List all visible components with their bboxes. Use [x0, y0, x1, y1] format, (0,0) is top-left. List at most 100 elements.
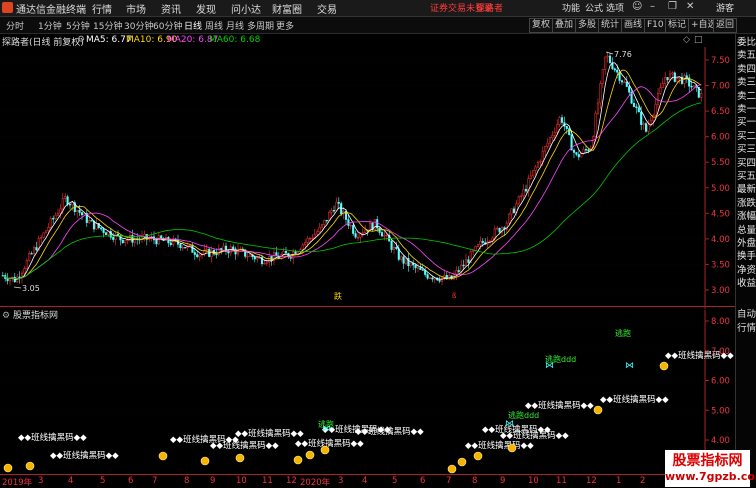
- menu-market[interactable]: 市场: [126, 1, 146, 16]
- app-logo-icon: [2, 2, 13, 13]
- overlay-button[interactable]: 叠加: [552, 18, 577, 33]
- period-1m[interactable]: 1分钟: [38, 19, 62, 32]
- candle-body: [392, 246, 396, 250]
- candle-body: [558, 117, 561, 125]
- mark-button[interactable]: 标记: [665, 18, 690, 33]
- signal-label: ◆◆班线擒黑码◆◆: [295, 438, 364, 449]
- side-tab-16[interactable]: 换手: [737, 252, 756, 262]
- side-tab-18[interactable]: 收益: [737, 279, 756, 289]
- chart-close-icon[interactable]: □: [694, 35, 703, 45]
- candle-body: [330, 210, 333, 213]
- side-tab-19[interactable]: 自动: [737, 310, 756, 320]
- rise-marker: ß: [452, 292, 457, 300]
- period-15m[interactable]: 15分钟: [93, 19, 122, 32]
- period-monthly[interactable]: 月线: [226, 19, 244, 32]
- candle-body: [80, 212, 84, 216]
- candle-body: [640, 111, 643, 125]
- side-tab-3[interactable]: 卖三: [737, 78, 756, 88]
- side-tab-12[interactable]: 涨跌: [737, 198, 756, 209]
- candle-body: [476, 244, 480, 247]
- menu-hq[interactable]: 行情: [92, 1, 112, 16]
- candle-body: [431, 277, 434, 280]
- candle-body: [359, 233, 362, 238]
- side-tab-13[interactable]: 涨幅: [737, 212, 756, 222]
- price-axis-label: 6.50: [711, 107, 730, 117]
- menu-discover[interactable]: 发现: [196, 1, 216, 16]
- settings-icon[interactable]: ⚙: [77, 35, 85, 45]
- candle-body: [340, 203, 343, 215]
- candle-body: [284, 251, 288, 254]
- skin-icon[interactable]: ☺: [632, 1, 642, 12]
- period-more[interactable]: 更多: [276, 19, 294, 32]
- period-tick[interactable]: 分时: [6, 19, 24, 32]
- price-chart[interactable]: 7.50 7.00 6.50 6.00 5.50 5.00 4.50 4.00 3.50 3.00…: [0, 47, 735, 309]
- side-tab-2[interactable]: 卖四: [737, 64, 756, 75]
- menu-caifuquan[interactable]: 财富圈: [272, 1, 302, 16]
- side-tab-6[interactable]: 买一: [737, 118, 756, 128]
- side-tab-20[interactable]: 行情: [737, 324, 756, 334]
- side-tab-0[interactable]: 委比: [737, 38, 756, 48]
- coin-icon: [659, 361, 669, 371]
- menu-wenxiaoda[interactable]: 问小达: [231, 1, 261, 16]
- close-icon[interactable]: ✕: [686, 1, 694, 12]
- side-tab-7[interactable]: 买二: [737, 131, 756, 142]
- candle-body: [426, 274, 429, 279]
- candle-body: [265, 261, 268, 264]
- side-tab-17[interactable]: 净资: [737, 265, 756, 276]
- menu-news[interactable]: 资讯: [161, 1, 181, 16]
- period-multi[interactable]: 多周期: [247, 19, 274, 32]
- multi-stock-button[interactable]: 多股: [575, 18, 600, 33]
- back-button[interactable]: 返回: [713, 18, 738, 33]
- candle-body: [304, 242, 307, 246]
- menu-trade[interactable]: 交易: [317, 1, 337, 16]
- side-tab-4[interactable]: 卖二: [737, 91, 756, 102]
- user-label[interactable]: 游客: [716, 1, 734, 14]
- candle-body: [613, 68, 616, 71]
- f10-button[interactable]: F10: [644, 18, 667, 33]
- period-weekly[interactable]: 周线: [205, 19, 223, 32]
- period-5m[interactable]: 5分钟: [66, 19, 90, 32]
- restore-icon[interactable]: ❐: [668, 1, 677, 12]
- stock-name-link[interactable]: 探路者: [476, 1, 503, 14]
- candle-body: [659, 87, 662, 94]
- date-axis-label: 5: [392, 476, 398, 486]
- menu-formula[interactable]: 公式: [585, 1, 603, 14]
- side-tab-1[interactable]: 卖五: [737, 51, 756, 61]
- candle-body: [380, 232, 384, 237]
- period-30m[interactable]: 30分钟: [124, 19, 153, 32]
- low-price-label: 3.05: [22, 284, 40, 293]
- adjust-button[interactable]: 复权: [529, 18, 554, 33]
- date-axis-label: 9: [210, 476, 216, 486]
- side-tab-10[interactable]: 买五: [737, 172, 756, 182]
- date-axis-label: 11: [262, 476, 273, 486]
- side-tab-15[interactable]: 外盘: [737, 239, 756, 249]
- candle-body: [508, 213, 511, 224]
- candle-body: [584, 149, 588, 151]
- candle-body: [102, 228, 105, 233]
- candle-body: [325, 219, 328, 222]
- side-tab-8[interactable]: 买三: [737, 145, 756, 155]
- candle-body: [419, 267, 422, 270]
- escape-label: 逃跑: [615, 328, 631, 338]
- quote-side-panel: 委比卖五卖四卖三卖二卖一买一买二买三买四买五最新涨跌涨幅总量外盘换手净资收益自动…: [735, 34, 756, 487]
- period-daily[interactable]: 日线: [184, 19, 202, 32]
- period-60m[interactable]: 60分钟: [153, 19, 182, 32]
- statistics-button[interactable]: 统计: [598, 18, 623, 33]
- indicator-chart[interactable]: ◆◆班线擒黑码◆◆◆◆班线擒黑码◆◆◆◆班线擒黑码◆◆◆◆班线擒黑码◆◆◆◆班线…: [0, 310, 735, 475]
- candle-body: [666, 77, 669, 80]
- chart-option-icon[interactable]: ◇: [683, 35, 690, 45]
- side-tab-11[interactable]: 最新: [737, 185, 756, 195]
- menu-options[interactable]: 选项: [606, 1, 624, 14]
- draw-line-button[interactable]: 画线: [621, 18, 646, 33]
- candle-body: [268, 256, 271, 263]
- side-tab-5[interactable]: 卖一: [737, 105, 756, 115]
- minimize-icon[interactable]: –: [650, 1, 655, 12]
- menu-function[interactable]: 功能: [562, 1, 580, 14]
- side-tab-9[interactable]: 买四: [737, 158, 756, 169]
- candle-body: [596, 102, 600, 114]
- candle-body: [517, 196, 520, 205]
- side-tab-14[interactable]: 总量: [737, 225, 756, 236]
- candle-body: [157, 235, 160, 245]
- candle-body: [373, 219, 376, 230]
- watermark-title: 股票指标网: [672, 453, 743, 469]
